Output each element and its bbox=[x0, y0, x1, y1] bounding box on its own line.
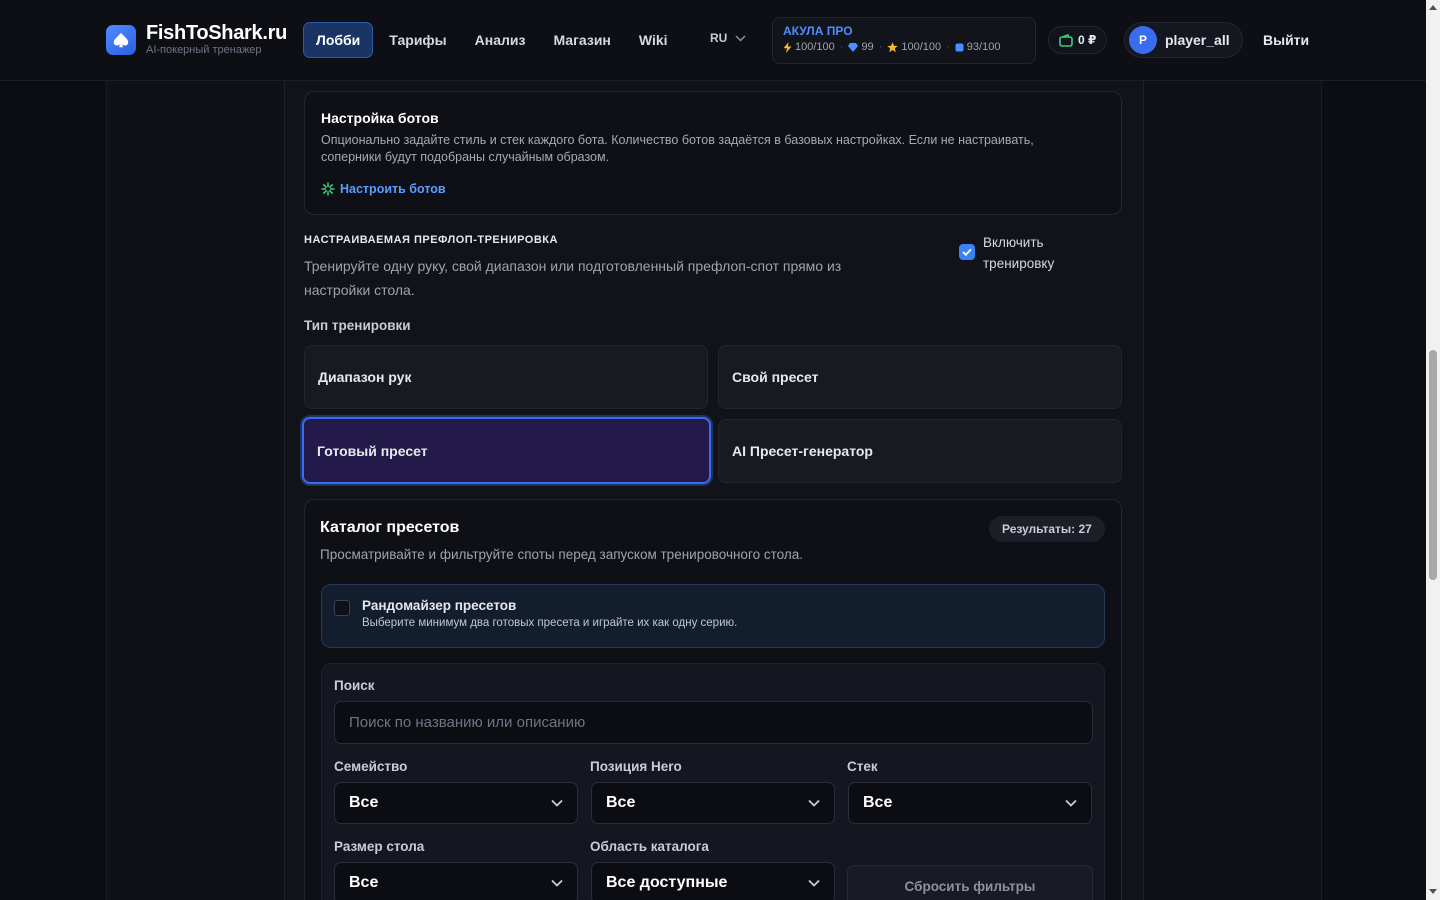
stack-label: Стек bbox=[847, 759, 878, 774]
logout-button[interactable]: Выйти bbox=[1263, 32, 1309, 48]
logo-tagline: AI-покерный тренажер bbox=[146, 44, 262, 56]
table-size-value: Все bbox=[349, 874, 379, 891]
table-size-label: Размер стола bbox=[334, 839, 425, 854]
type-custom-preset[interactable]: Свой пресет bbox=[718, 345, 1122, 409]
stack-select[interactable]: Все bbox=[848, 782, 1092, 824]
training-heading: НАСТРАИВАЕМАЯ ПРЕФЛОП-ТРЕНИРОВКА bbox=[304, 234, 558, 246]
randomizer-description: Выберите минимум два готовых пресета и и… bbox=[362, 617, 738, 629]
chevron-down-icon bbox=[1065, 799, 1077, 807]
check-icon bbox=[962, 248, 972, 256]
page-scrollbar[interactable] bbox=[1426, 0, 1440, 900]
catalog-scope-select[interactable]: Все доступные bbox=[591, 862, 835, 900]
nav-pricing[interactable]: Тарифы bbox=[377, 22, 458, 58]
chevron-down-icon bbox=[551, 799, 563, 807]
avatar: P bbox=[1129, 26, 1157, 54]
scroll-down-arrow-icon[interactable] bbox=[1429, 889, 1437, 894]
configure-bots-label: Настроить ботов bbox=[340, 182, 446, 196]
stack-value: Все bbox=[863, 794, 893, 811]
bots-description: Опционально задайте стиль и стек каждого… bbox=[321, 133, 1034, 164]
plan-title: АКУЛА ПРО bbox=[783, 24, 853, 38]
chevron-down-icon bbox=[551, 879, 563, 887]
chevron-down-icon bbox=[808, 879, 820, 887]
configure-bots-link[interactable]: Настроить ботов bbox=[321, 182, 1105, 196]
diamond-icon bbox=[848, 42, 859, 52]
family-label: Семейство bbox=[334, 759, 408, 774]
language-value: RU bbox=[710, 31, 728, 45]
search-input[interactable] bbox=[334, 701, 1093, 744]
language-select[interactable]: RU bbox=[710, 31, 746, 45]
enable-training-toggle[interactable]: Включить тренировку bbox=[959, 232, 1083, 274]
type-hand-range[interactable]: Диапазон рук bbox=[304, 345, 708, 409]
scroll-up-arrow-icon[interactable] bbox=[1429, 5, 1437, 10]
user-menu[interactable]: P player_all bbox=[1124, 22, 1243, 58]
wallet-icon bbox=[1059, 33, 1073, 47]
main-nav: Лобби Тарифы Анализ Магазин Wiki bbox=[303, 22, 684, 58]
nav-wiki[interactable]: Wiki bbox=[627, 22, 680, 58]
enable-training-label: Включить тренировку bbox=[983, 235, 1055, 271]
spade-logo-icon bbox=[106, 24, 136, 55]
search-label: Поиск bbox=[334, 678, 375, 693]
scroll-thumb[interactable] bbox=[1429, 350, 1437, 580]
family-select[interactable]: Все bbox=[334, 782, 578, 824]
bots-settings-card: Настройка ботов Опционально задайте стил… bbox=[304, 91, 1122, 215]
randomizer-checkbox[interactable] bbox=[334, 600, 350, 616]
chip-icon bbox=[955, 43, 964, 51]
chevron-down-icon bbox=[808, 799, 820, 807]
type-ready-preset[interactable]: Готовый пресет bbox=[302, 417, 711, 484]
energy-stat: 100/100 bbox=[795, 41, 835, 53]
nav-shop[interactable]: Магазин bbox=[541, 22, 622, 58]
nav-analysis[interactable]: Анализ bbox=[463, 22, 538, 58]
preset-randomizer[interactable]: Рандомайзер пресетов Выберите минимум дв… bbox=[321, 584, 1105, 648]
training-description: Тренируйте одну руку, свой диапазон или … bbox=[304, 258, 842, 298]
enable-training-checkbox[interactable] bbox=[959, 244, 975, 260]
type-ai-preset-generator[interactable]: AI Пресет-генератор bbox=[718, 419, 1122, 483]
progress-stat: 93/100 bbox=[966, 41, 1001, 53]
sparkle-icon bbox=[321, 182, 335, 196]
results-badge: Результаты: 27 bbox=[989, 516, 1105, 542]
catalog-scope-value: Все доступные bbox=[606, 874, 728, 891]
family-value: Все bbox=[349, 794, 379, 811]
hero-position-select[interactable]: Все bbox=[591, 782, 835, 824]
catalog-title: Каталог пресетов bbox=[320, 519, 460, 536]
logo-name: FishToShark.ru bbox=[146, 22, 288, 44]
rating-stat: 100/100 bbox=[901, 41, 942, 53]
star-icon bbox=[887, 41, 899, 52]
top-header: FishToShark.ru AI-покерный тренажер Лобб… bbox=[0, 0, 1426, 81]
wallet-balance[interactable]: 0 ₽ bbox=[1048, 26, 1108, 54]
username: player_all bbox=[1165, 32, 1230, 48]
table-size-select[interactable]: Все bbox=[334, 862, 578, 900]
nav-lobby[interactable]: Лобби bbox=[303, 22, 374, 58]
catalog-scope-label: Область каталога bbox=[590, 839, 709, 854]
hero-position-label: Позиция Hero bbox=[590, 759, 682, 774]
randomizer-title: Рандомайзер пресетов bbox=[362, 598, 517, 613]
bots-title: Настройка ботов bbox=[321, 110, 439, 126]
lightning-icon bbox=[783, 41, 792, 53]
training-type-label: Тип тренировки bbox=[304, 318, 411, 333]
logo[interactable]: FishToShark.ru AI-покерный тренажер bbox=[106, 22, 287, 57]
chevron-down-icon bbox=[735, 34, 746, 42]
catalog-description: Просматривайте и фильтруйте споты перед … bbox=[320, 547, 803, 562]
wallet-amount: 0 ₽ bbox=[1078, 33, 1097, 47]
hero-position-value: Все bbox=[606, 794, 636, 811]
gems-stat: 99 bbox=[861, 41, 874, 53]
reset-filters-button[interactable]: Сбросить фильтры bbox=[847, 865, 1093, 900]
plan-status[interactable]: АКУЛА ПРО 100/100 · 99 · 100/100 · 93/10… bbox=[772, 17, 1036, 64]
